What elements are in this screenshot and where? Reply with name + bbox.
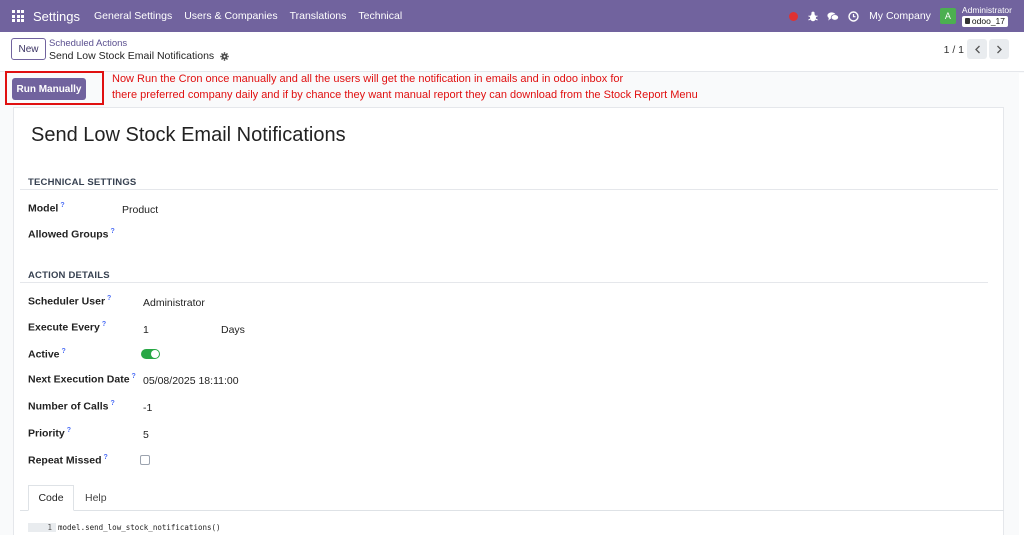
record-title[interactable]: Send Low Stock Email Notifications	[31, 124, 346, 147]
breadcrumb-current-label: Send Low Stock Email Notifications	[49, 50, 215, 62]
field-label-repeat-missed: Repeat Missed?	[28, 454, 108, 467]
control-panel: New Scheduled Actions Send Low Stock Ema…	[0, 32, 1024, 72]
help-icon[interactable]: ?	[111, 228, 115, 235]
tab-code[interactable]: Code	[28, 485, 74, 511]
database-name: odoo_17	[971, 16, 1006, 26]
field-label-execute-every: Execute Every?	[28, 321, 107, 334]
menu-users-companies[interactable]: Users & Companies	[184, 10, 277, 22]
active-toggle[interactable]	[141, 349, 160, 359]
help-icon[interactable]: ?	[132, 373, 136, 380]
field-label-next-execution-date: Next Execution Date?	[28, 373, 136, 386]
bug-icon[interactable]	[807, 10, 819, 22]
help-icon[interactable]: ?	[60, 202, 64, 209]
breadcrumb-current: Send Low Stock Email Notifications	[49, 50, 229, 62]
company-switcher[interactable]: My Company	[869, 10, 931, 22]
field-label-priority: Priority?	[28, 427, 72, 440]
help-icon[interactable]: ?	[62, 348, 66, 355]
field-model[interactable]: Product	[122, 204, 158, 216]
scrollbar[interactable]	[1019, 73, 1024, 535]
top-navbar: Settings General Settings Users & Compan…	[0, 0, 1024, 32]
field-label-scheduler-user: Scheduler User?	[28, 295, 112, 308]
help-icon[interactable]: ?	[111, 400, 115, 407]
help-icon[interactable]: ?	[104, 454, 108, 461]
menu-technical[interactable]: Technical	[358, 10, 402, 22]
app-brand[interactable]: Settings	[33, 9, 80, 24]
pager-value[interactable]: 1 / 1	[944, 44, 964, 56]
form-sheet	[13, 107, 1004, 535]
tab-help[interactable]: Help	[85, 492, 107, 504]
annotation-text-line1: Now Run the Cron once manually and all t…	[112, 73, 624, 85]
menu-general-settings[interactable]: General Settings	[94, 10, 172, 22]
run-manually-button[interactable]: Run Manually	[12, 78, 86, 100]
field-priority[interactable]: 5	[143, 429, 149, 441]
field-number-of-calls[interactable]: -1	[143, 402, 152, 414]
clock-icon[interactable]	[847, 10, 859, 22]
section-technical-settings: TECHNICAL SETTINGS	[28, 177, 137, 188]
pager-next-button[interactable]	[989, 39, 1009, 59]
database-badge: odoo_17	[961, 16, 1009, 27]
field-label-active: Active?	[28, 348, 66, 361]
gear-icon[interactable]	[220, 51, 229, 61]
help-icon[interactable]: ?	[107, 295, 111, 302]
pager-previous-button[interactable]	[967, 39, 987, 59]
user-name: Administrator	[961, 4, 1012, 15]
chat-icon[interactable]	[827, 10, 839, 22]
menu-translations[interactable]: Translations	[290, 10, 347, 22]
chevron-left-icon	[974, 45, 980, 53]
breadcrumb-parent[interactable]: Scheduled Actions	[49, 38, 127, 49]
annotation-text-line2: there preferred company daily and if by …	[112, 89, 698, 101]
avatar[interactable]: A	[939, 8, 956, 24]
section-divider	[20, 282, 988, 283]
help-icon[interactable]: ?	[102, 321, 106, 328]
field-scheduler-user[interactable]: Administrator	[143, 297, 205, 309]
code-editor-line[interactable]: 1 model.send_low_stock_notifications()	[28, 523, 221, 532]
apps-grid-icon[interactable]	[12, 10, 24, 22]
code-text: model.send_low_stock_notifications()	[58, 523, 221, 532]
field-label-number-of-calls: Number of Calls?	[28, 400, 115, 413]
field-next-execution-date[interactable]: 05/08/2025 18:11:00	[143, 375, 239, 387]
new-button[interactable]: New	[11, 38, 46, 60]
database-icon	[964, 18, 970, 25]
repeat-missed-checkbox[interactable]	[140, 455, 150, 465]
field-interval-number[interactable]: 1	[143, 324, 149, 336]
field-label-model: Model?	[28, 202, 65, 215]
tabs-divider	[20, 510, 1004, 511]
field-label-allowed-groups: Allowed Groups?	[28, 228, 115, 241]
section-divider	[20, 189, 998, 190]
section-action-details: ACTION DETAILS	[28, 270, 110, 281]
user-menu[interactable]: Administrator odoo_17	[961, 4, 1012, 27]
field-interval-type[interactable]: Days	[221, 324, 245, 336]
recording-icon[interactable]	[787, 10, 799, 22]
help-icon[interactable]: ?	[67, 427, 71, 434]
chevron-right-icon	[996, 45, 1002, 53]
line-number: 1	[28, 523, 56, 532]
